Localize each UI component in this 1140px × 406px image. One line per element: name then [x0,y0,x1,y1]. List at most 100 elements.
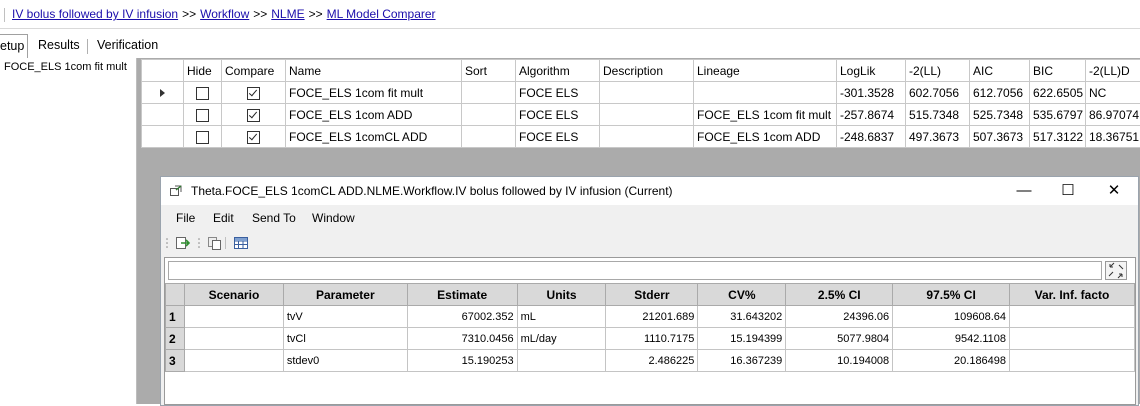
estimate-cell: 15.190253 [407,350,517,372]
table-row[interactable]: FOCE_ELS 1com ADD FOCE ELS FOCE_ELS 1com… [142,104,1140,126]
menu-file[interactable]: File [176,211,195,225]
description-cell [600,82,694,104]
column-header-units[interactable]: Units [517,284,606,306]
theta-results-panel: Scenario Parameter Estimate Units Stderr… [164,257,1136,405]
breadcrumb-workflow[interactable]: Workflow [200,7,249,21]
column-header-description[interactable]: Description [600,60,694,82]
column-header-compare[interactable]: Compare [222,60,286,82]
column-header-m2lld[interactable]: -2(LL)D [1086,60,1140,82]
stderr-cell: 2.486225 [606,350,698,372]
toolbar-grip-icon [197,236,201,250]
var-inf-factor-cell [1010,350,1135,372]
table-row[interactable]: 2 tvCl 7310.0456 mL/day 1110.7175 15.194… [166,328,1135,350]
sort-cell [462,126,516,148]
column-header-cv[interactable]: CV% [698,284,786,306]
column-header-ci-upper[interactable]: 97.5% CI [893,284,1010,306]
close-button[interactable]: ✕ [1094,180,1134,202]
column-header-lineage[interactable]: Lineage [694,60,837,82]
column-header-bic[interactable]: BIC [1030,60,1086,82]
hide-checkbox[interactable] [184,104,222,126]
toolbar-separator [225,236,227,250]
column-header-scenario[interactable]: Scenario [184,284,283,306]
aic-cell: 525.7348 [970,104,1030,126]
expand-columns-icon[interactable] [1105,261,1127,280]
tab-results[interactable]: Results [38,38,80,52]
grid-view-icon[interactable] [233,236,249,250]
column-header-hide[interactable]: Hide [184,60,222,82]
compare-checkbox[interactable] [222,82,286,104]
column-header-var-inf-factor[interactable]: Var. Inf. facto [1010,284,1135,306]
column-header-m2ll[interactable]: -2(LL) [906,60,970,82]
stderr-cell: 1110.7175 [606,328,698,350]
ci-upper-cell: 9542.1108 [893,328,1010,350]
cv-cell: 31.643202 [698,306,786,328]
menu-window[interactable]: Window [312,211,355,225]
column-header-sort[interactable]: Sort [462,60,516,82]
copy-icon[interactable] [207,236,223,250]
stderr-cell: 21201.689 [606,306,698,328]
m2lld-cell: 18.36751 [1086,126,1140,148]
tab-divider [87,39,88,54]
aic-cell: 612.7056 [970,82,1030,104]
hide-checkbox[interactable] [184,126,222,148]
scenario-cell [184,306,283,328]
theta-table: Scenario Parameter Estimate Units Stderr… [165,283,1135,372]
column-header-loglik[interactable]: LogLik [837,60,906,82]
table-row[interactable]: FOCE_ELS 1com fit mult FOCE ELS -301.352… [142,82,1140,104]
sort-cell [462,82,516,104]
minimize-button[interactable]: — [1004,180,1044,202]
row-number: 2 [166,328,185,350]
table-link-icon [170,185,182,196]
column-header-ci-lower[interactable]: 2.5% CI [786,284,893,306]
breadcrumb-separator: >> [309,7,323,21]
units-cell: mL/day [517,328,606,350]
table-row[interactable]: 1 tvV 67002.352 mL 21201.689 31.643202 2… [166,306,1135,328]
description-cell [600,126,694,148]
loglik-cell: -248.6837 [837,126,906,148]
row-number-header [166,284,185,306]
table-row[interactable]: 3 stdev0 15.190253 2.486225 16.367239 10… [166,350,1135,372]
filter-input[interactable] [168,261,1102,280]
algorithm-cell: FOCE ELS [516,126,600,148]
row-number: 1 [166,306,185,328]
compare-checkbox[interactable] [222,104,286,126]
scenario-cell [184,328,283,350]
model-list-item[interactable]: FOCE_ELS 1com fit mult [4,61,127,73]
breadcrumb-separator: >> [253,7,267,21]
toolbar [161,231,1138,255]
lineage-cell: FOCE_ELS 1com ADD [694,126,837,148]
model-comparer-table: Hide Compare Name Sort Algorithm Descrip… [141,59,1140,148]
export-icon[interactable] [175,236,191,250]
tab-setup[interactable]: etup [0,34,28,59]
tab-bar: etup Results Verification [0,34,1140,59]
column-header-name[interactable]: Name [286,60,462,82]
bic-cell: 517.3122 [1030,126,1086,148]
column-header-parameter[interactable]: Parameter [283,284,407,306]
breadcrumb-ml-model-comparer[interactable]: ML Model Comparer [327,7,436,21]
m2ll-cell: 515.7348 [906,104,970,126]
compare-checkbox[interactable] [222,126,286,148]
units-cell: mL [517,306,606,328]
window-title-bar[interactable]: Theta.FOCE_ELS 1comCL ADD.NLME.Workflow.… [161,177,1138,205]
column-header-estimate[interactable]: Estimate [407,284,517,306]
m2lld-cell: 86.97074 [1086,104,1140,126]
tab-verification[interactable]: Verification [97,38,158,52]
m2ll-cell: 602.7056 [906,82,970,104]
bic-cell: 622.6505 [1030,82,1086,104]
column-header-stderr[interactable]: Stderr [606,284,698,306]
menu-edit[interactable]: Edit [213,211,234,225]
toolbar-grip-icon [165,236,169,250]
breadcrumb-divider [4,8,5,22]
menu-send-to[interactable]: Send To [252,211,296,225]
column-header-algorithm[interactable]: Algorithm [516,60,600,82]
m2lld-cell: NC [1086,82,1140,104]
ci-upper-cell: 20.186498 [893,350,1010,372]
breadcrumb-nlme[interactable]: NLME [271,7,304,21]
column-header-aic[interactable]: AIC [970,60,1030,82]
maximize-button[interactable]: ☐ [1048,180,1088,202]
table-row[interactable]: FOCE_ELS 1comCL ADD FOCE ELS FOCE_ELS 1c… [142,126,1140,148]
parameter-cell: tvCl [283,328,407,350]
breadcrumb-project[interactable]: IV bolus followed by IV infusion [12,7,178,21]
theta-results-window: Theta.FOCE_ELS 1comCL ADD.NLME.Workflow.… [160,176,1139,406]
hide-checkbox[interactable] [184,82,222,104]
